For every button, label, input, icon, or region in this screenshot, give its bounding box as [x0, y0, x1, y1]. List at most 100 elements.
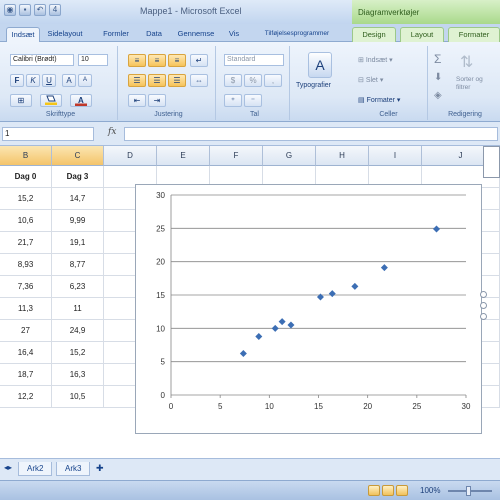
cell[interactable]: 19,1	[52, 232, 104, 254]
formula-input[interactable]	[124, 127, 498, 141]
tab-page-layout[interactable]: Sidelayout	[44, 27, 86, 42]
borders-icon[interactable]: ⊞	[10, 94, 32, 107]
tab-data[interactable]: Data	[141, 27, 167, 42]
page-break-view-icon[interactable]	[396, 485, 408, 496]
cell[interactable]: 16,4	[0, 342, 52, 364]
column-header-d[interactable]: D	[104, 146, 157, 166]
column-header-b[interactable]: B	[0, 146, 52, 166]
merge-cells-icon[interactable]: ⇔	[190, 74, 208, 87]
zoom-level[interactable]: 100%	[420, 486, 440, 495]
cell[interactable]: 15,2	[52, 342, 104, 364]
number-format-select[interactable]: Standard	[224, 54, 284, 66]
sort-filter-label[interactable]: Sorter og filtrer	[456, 76, 496, 92]
decrease-decimal-icon[interactable]: ⁻	[244, 94, 262, 107]
styles-button-label[interactable]: Typografier	[296, 82, 331, 89]
redo-icon[interactable]: 4	[49, 4, 61, 16]
cell[interactable]: 10,6	[0, 210, 52, 232]
cell[interactable]: 11,3	[0, 298, 52, 320]
scatter-chart[interactable]: 0 5 10 15 20 25 30 0 5 10 15 20 25 30	[135, 184, 482, 434]
align-left-icon[interactable]: ☰	[128, 74, 146, 87]
tab-add-ins[interactable]: Tilføjelsesprogrammer	[246, 27, 348, 42]
cell[interactable]: 27	[0, 320, 52, 342]
align-right-icon[interactable]: ☰	[168, 74, 186, 87]
increase-decimal-icon[interactable]: ⁺	[224, 94, 242, 107]
worksheet-grid[interactable]: B C D E F G H I J Dag 0 Dag 3 15,2 14,7 10,6…	[0, 146, 500, 458]
cell[interactable]: 24,9	[52, 320, 104, 342]
align-middle-icon[interactable]: ≡	[148, 54, 166, 67]
clear-icon[interactable]: ◈	[434, 90, 442, 101]
thousands-separator-icon[interactable]: ,	[264, 74, 282, 87]
tab-formulas[interactable]: Formler	[98, 27, 134, 42]
insert-cells-button[interactable]: ⊞ Indsæt ▾	[358, 56, 393, 64]
column-title-cell[interactable]: Dag 3	[52, 166, 104, 188]
chart-resize-handle[interactable]	[480, 313, 487, 320]
name-box[interactable]: 1	[2, 127, 94, 141]
insert-function-icon[interactable]: fx	[108, 127, 116, 137]
cell[interactable]: 16,3	[52, 364, 104, 386]
font-group: Calibri (Brødt) 10 F K U A A ⊞ A Skriftt…	[4, 46, 118, 120]
cell[interactable]: 9,99	[52, 210, 104, 232]
sheet-tab-ark2[interactable]: Ark2	[18, 462, 53, 476]
autosum-icon[interactable]: Σ	[434, 52, 441, 66]
data-point	[433, 225, 440, 233]
sheet-tab-ark3[interactable]: Ark3	[56, 462, 91, 476]
percent-icon[interactable]: %	[244, 74, 262, 87]
normal-view-icon[interactable]	[368, 485, 380, 496]
cell[interactable]: 15,2	[0, 188, 52, 210]
tab-chart-design[interactable]: Design	[352, 27, 396, 42]
format-cells-button[interactable]: ▤ Formater ▾	[358, 96, 400, 104]
increase-indent-icon[interactable]: ⇥	[148, 94, 166, 107]
column-header-e[interactable]: E	[157, 146, 210, 166]
decrease-indent-icon[interactable]: ⇤	[128, 94, 146, 107]
currency-icon[interactable]: $	[224, 74, 242, 87]
cell[interactable]: 12,2	[0, 386, 52, 408]
column-header-g[interactable]: G	[263, 146, 316, 166]
font-color-icon[interactable]: A	[70, 94, 92, 107]
cell[interactable]: 21,7	[0, 232, 52, 254]
wrap-text-icon[interactable]: ↵	[190, 54, 208, 67]
underline-button[interactable]: U	[42, 74, 56, 87]
save-icon[interactable]: ▪	[19, 4, 31, 16]
cell[interactable]: 8,77	[52, 254, 104, 276]
delete-cells-button[interactable]: ⊟ Slet ▾	[358, 76, 383, 84]
font-name-select[interactable]: Calibri (Brødt)	[10, 54, 74, 66]
cell[interactable]: 7,36	[0, 276, 52, 298]
chart-legend[interactable]	[483, 146, 500, 178]
tab-chart-layout[interactable]: Layout	[400, 27, 444, 42]
cell[interactable]: 6,23	[52, 276, 104, 298]
styles-icon[interactable]: A	[308, 52, 332, 78]
tab-chart-format[interactable]: Formater	[448, 27, 500, 42]
tab-review[interactable]: Gennemse	[170, 27, 222, 42]
shrink-font-icon[interactable]: A	[78, 74, 92, 87]
column-header-f[interactable]: F	[210, 146, 263, 166]
align-bottom-icon[interactable]: ≡	[168, 54, 186, 67]
undo-icon[interactable]: ↶	[34, 4, 46, 16]
cell[interactable]: 8,93	[0, 254, 52, 276]
cell[interactable]: 10,5	[52, 386, 104, 408]
column-title-cell[interactable]: Dag 0	[0, 166, 52, 188]
insert-sheet-icon[interactable]: ✚	[96, 463, 104, 474]
office-button-icon[interactable]: ◉	[4, 4, 16, 16]
column-header-c[interactable]: C	[52, 146, 104, 166]
chart-resize-handle[interactable]	[480, 291, 487, 298]
italic-button[interactable]: K	[26, 74, 40, 87]
grow-font-icon[interactable]: A	[62, 74, 76, 87]
cell[interactable]: 18,7	[0, 364, 52, 386]
sheet-nav-icon[interactable]: ◂▸	[4, 463, 12, 472]
font-size-select[interactable]: 10	[78, 54, 108, 66]
fill-icon[interactable]: ⬇	[434, 72, 442, 83]
align-top-icon[interactable]: ≡	[128, 54, 146, 67]
fill-color-icon[interactable]	[40, 94, 62, 107]
bold-button[interactable]: F	[10, 74, 24, 87]
column-header-h[interactable]: H	[316, 146, 369, 166]
sort-filter-icon[interactable]: ⇅	[460, 52, 473, 72]
cell[interactable]: 14,7	[52, 188, 104, 210]
cell[interactable]: 11	[52, 298, 104, 320]
column-header-i[interactable]: I	[369, 146, 422, 166]
tab-view[interactable]: Vis	[224, 27, 244, 42]
tab-insert[interactable]: Indsæt	[6, 27, 40, 42]
align-center-icon[interactable]: ☰	[148, 74, 166, 87]
page-layout-view-icon[interactable]	[382, 485, 394, 496]
zoom-slider-thumb[interactable]	[466, 486, 471, 496]
chart-resize-handle[interactable]	[480, 302, 487, 309]
